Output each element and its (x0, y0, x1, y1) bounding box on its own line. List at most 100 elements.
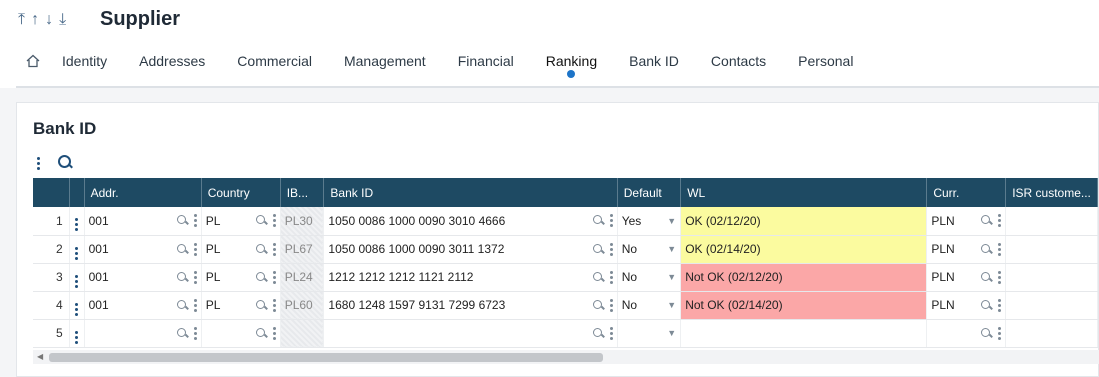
bank-id-lookup-icon[interactable] (592, 215, 604, 226)
country-actions-icon[interactable] (272, 326, 276, 340)
column-header-curr[interactable]: Curr. (926, 178, 1007, 207)
addr-cell[interactable]: 001 (84, 235, 202, 264)
addr-lookup-icon[interactable] (176, 215, 188, 226)
bank-id-cell[interactable]: 1050 0086 1000 0090 3011 1372 (323, 235, 618, 264)
default-cell[interactable]: No ▼ (617, 291, 682, 320)
row-actions[interactable] (69, 319, 85, 348)
curr-lookup-icon[interactable] (981, 243, 992, 255)
column-header-country[interactable]: Country (201, 178, 281, 207)
addr-lookup-icon[interactable] (176, 327, 188, 339)
addr-lookup-icon[interactable] (176, 299, 188, 311)
row-actions[interactable] (69, 207, 85, 236)
bank-id-cell[interactable]: 1050 0086 1000 0090 3010 4666 (323, 207, 618, 236)
default-cell[interactable]: No ▼ (617, 235, 682, 264)
bank-id-lookup-icon[interactable] (592, 243, 604, 255)
scrollbar-thumb[interactable] (49, 353, 603, 362)
chevron-down-icon[interactable]: ▼ (667, 244, 676, 254)
horizontal-scrollbar[interactable]: ◀ (33, 350, 1099, 364)
tab-addresses[interactable]: Addresses (139, 50, 205, 72)
addr-cell[interactable]: 001 (84, 291, 202, 320)
curr-actions-icon[interactable] (998, 298, 1002, 312)
country-lookup-icon[interactable] (255, 299, 267, 311)
bank-id-lookup-icon[interactable] (592, 271, 604, 283)
bank-id-cell[interactable]: 1212 1212 1212 1121 2112 (323, 263, 618, 292)
bank-id-cell[interactable]: 1680 1248 1597 9131 7299 6723 (323, 291, 618, 320)
curr-actions-icon[interactable] (998, 242, 1002, 256)
country-actions-icon[interactable] (272, 214, 276, 228)
isr-cell[interactable] (1005, 207, 1098, 236)
curr-cell[interactable] (926, 319, 1007, 348)
country-cell[interactable] (201, 319, 281, 348)
column-header-iban[interactable]: IB... (280, 178, 325, 207)
curr-lookup-icon[interactable] (981, 215, 992, 226)
country-lookup-icon[interactable] (255, 215, 267, 226)
country-actions-icon[interactable] (272, 298, 276, 312)
chevron-down-icon[interactable]: ▼ (667, 216, 676, 226)
bank-id-actions-icon[interactable] (609, 326, 613, 340)
column-header-bank-id[interactable]: Bank ID (323, 178, 618, 207)
addr-actions-icon[interactable] (193, 270, 197, 284)
addr-actions-icon[interactable] (193, 326, 197, 340)
chevron-down-icon[interactable]: ▼ (667, 300, 676, 310)
isr-cell[interactable] (1005, 263, 1098, 292)
country-actions-icon[interactable] (272, 270, 276, 284)
curr-cell[interactable]: PLN (926, 291, 1007, 320)
isr-cell[interactable] (1005, 291, 1098, 320)
grid-search-icon[interactable] (58, 155, 74, 171)
tab-financial[interactable]: Financial (458, 50, 514, 72)
tab-personal[interactable]: Personal (798, 50, 853, 72)
column-header-default[interactable]: Default (617, 178, 682, 207)
curr-lookup-icon[interactable] (981, 299, 992, 311)
tab-management[interactable]: Management (344, 50, 426, 72)
row-actions[interactable] (69, 263, 85, 292)
bank-id-actions-icon[interactable] (609, 242, 613, 256)
row-actions-kebab-icon[interactable] (75, 302, 79, 316)
bank-id-actions-icon[interactable] (609, 270, 613, 284)
curr-cell[interactable]: PLN (926, 235, 1007, 264)
row-actions-kebab-icon[interactable] (75, 330, 79, 344)
isr-cell[interactable] (1005, 235, 1098, 264)
row-actions[interactable] (69, 235, 85, 264)
country-actions-icon[interactable] (272, 242, 276, 256)
tab-home[interactable] (26, 54, 40, 68)
curr-actions-icon[interactable] (998, 270, 1002, 284)
default-cell[interactable]: Yes ▼ (617, 207, 682, 236)
addr-cell[interactable]: 001 (84, 207, 202, 236)
default-cell[interactable]: ▼ (617, 319, 682, 348)
column-header-wl[interactable]: WL (680, 178, 928, 207)
curr-actions-icon[interactable] (998, 326, 1002, 340)
row-actions-kebab-icon[interactable] (75, 246, 79, 260)
isr-cell[interactable] (1005, 319, 1098, 348)
bank-id-lookup-icon[interactable] (592, 299, 604, 311)
country-cell[interactable]: PL (201, 291, 281, 320)
country-cell[interactable]: PL (201, 235, 281, 264)
column-header-isr-customer[interactable]: ISR custome... (1005, 178, 1098, 207)
addr-actions-icon[interactable] (193, 214, 197, 228)
tab-commercial[interactable]: Commercial (237, 50, 312, 72)
tab-contacts[interactable]: Contacts (711, 50, 766, 72)
last-record-icon[interactable]: ⤓ (59, 10, 66, 30)
next-record-icon[interactable]: ↓ (45, 10, 53, 30)
previous-record-icon[interactable]: ↑ (31, 10, 39, 30)
curr-actions-icon[interactable] (998, 214, 1002, 228)
default-cell[interactable]: No ▼ (617, 263, 682, 292)
scroll-left-icon[interactable]: ◀ (37, 352, 43, 361)
bank-id-actions-icon[interactable] (609, 214, 613, 228)
curr-lookup-icon[interactable] (981, 271, 992, 283)
addr-lookup-icon[interactable] (176, 243, 188, 255)
addr-lookup-icon[interactable] (176, 271, 188, 283)
row-actions-kebab-icon[interactable] (75, 274, 79, 288)
country-lookup-icon[interactable] (255, 327, 267, 339)
addr-cell[interactable] (84, 319, 202, 348)
curr-cell[interactable]: PLN (926, 207, 1007, 236)
curr-lookup-icon[interactable] (981, 327, 992, 339)
chevron-down-icon[interactable]: ▼ (667, 328, 676, 338)
column-header-addr[interactable]: Addr. (84, 178, 202, 207)
bank-id-lookup-icon[interactable] (592, 327, 604, 339)
row-actions[interactable] (69, 291, 85, 320)
country-cell[interactable]: PL (201, 263, 281, 292)
first-record-icon[interactable]: ⤒ (18, 10, 25, 30)
tab-ranking[interactable]: Ranking (546, 50, 597, 78)
tab-bank-id[interactable]: Bank ID (629, 50, 679, 72)
country-lookup-icon[interactable] (255, 271, 267, 283)
